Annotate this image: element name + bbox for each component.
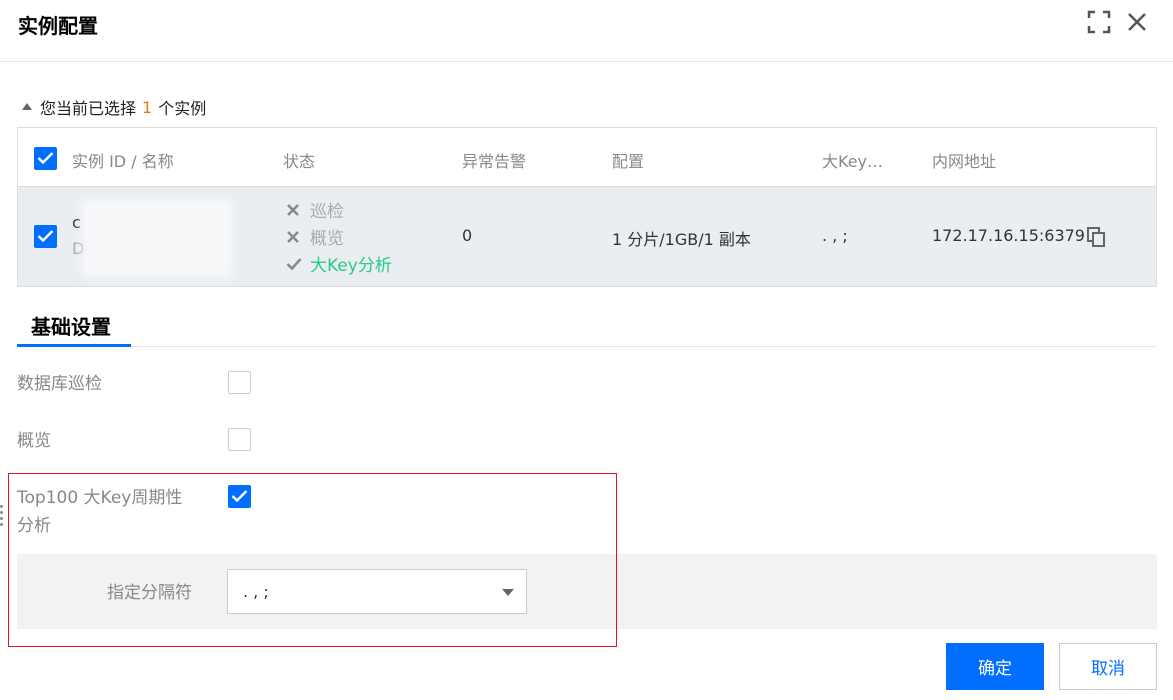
- column-header-alerts: 异常告警: [462, 152, 527, 171]
- column-header-config: 配置: [612, 152, 645, 171]
- overview-label: 概览: [17, 431, 51, 451]
- drag-handle-icon[interactable]: [0, 505, 6, 527]
- table-header: 实例 ID / 名称 状态 异常告警 配置 大Key… 内网地址: [18, 128, 1156, 187]
- db-inspection-label: 数据库巡检: [17, 374, 102, 394]
- status-inspection-label: 巡检: [310, 202, 344, 222]
- caret-up-icon: [22, 102, 32, 110]
- row-checkbox[interactable]: [34, 225, 57, 248]
- config-value: 1 分片/1GB/1 副本: [612, 230, 751, 249]
- alerts-value: 0: [462, 226, 473, 245]
- status-bigkey-label: 大Key分析: [310, 256, 392, 276]
- instance-table: 实例 ID / 名称 状态 异常告警 配置 大Key… 内网地址 c D 巡检 …: [17, 127, 1157, 287]
- overview-checkbox[interactable]: [228, 428, 251, 451]
- column-header-instance: 实例 ID / 名称: [72, 152, 174, 171]
- column-header-address: 内网地址: [932, 152, 997, 171]
- highlight-box: [8, 473, 617, 647]
- close-icon[interactable]: [1125, 10, 1151, 36]
- status-inspection: 巡检: [286, 197, 344, 222]
- status-overview-label: 概览: [310, 229, 344, 249]
- bigkey-value: . , ;: [822, 226, 848, 245]
- selected-count: 1: [142, 97, 153, 117]
- cross-icon: [286, 203, 302, 217]
- confirm-button[interactable]: 确定: [946, 643, 1044, 690]
- redacted-instance-info: [82, 199, 232, 277]
- dialog-title: 实例配置: [18, 14, 98, 38]
- status-bigkey: 大Key分析: [286, 251, 392, 276]
- dialog-header: 实例配置: [0, 0, 1173, 62]
- settings-tabs: 基础设置: [17, 305, 1157, 347]
- column-header-status: 状态: [283, 152, 316, 171]
- cancel-button[interactable]: 取消: [1059, 643, 1157, 690]
- address-value: 172.17.16.15:6379: [932, 226, 1085, 245]
- db-inspection-checkbox[interactable]: [228, 371, 251, 394]
- summary-suffix: 个实例: [158, 99, 207, 118]
- status-overview: 概览: [286, 224, 344, 249]
- summary-prefix: 您当前已选择: [40, 99, 137, 118]
- cross-icon: [286, 230, 302, 244]
- selected-summary-toggle[interactable]: 您当前已选择 1 个实例: [22, 95, 206, 119]
- tab-basic-settings[interactable]: 基础设置: [17, 305, 131, 347]
- table-row: c D 巡检 概览 大Key分析 0 1 分片/1GB/1 副本 . , ; 1…: [18, 187, 1156, 286]
- fullscreen-icon[interactable]: [1087, 10, 1113, 36]
- copy-icon[interactable]: [1087, 227, 1105, 251]
- instance-id[interactable]: c: [72, 213, 81, 232]
- column-header-bigkey: 大Key…: [822, 152, 884, 171]
- select-all-checkbox[interactable]: [34, 147, 57, 170]
- check-icon: [286, 257, 302, 271]
